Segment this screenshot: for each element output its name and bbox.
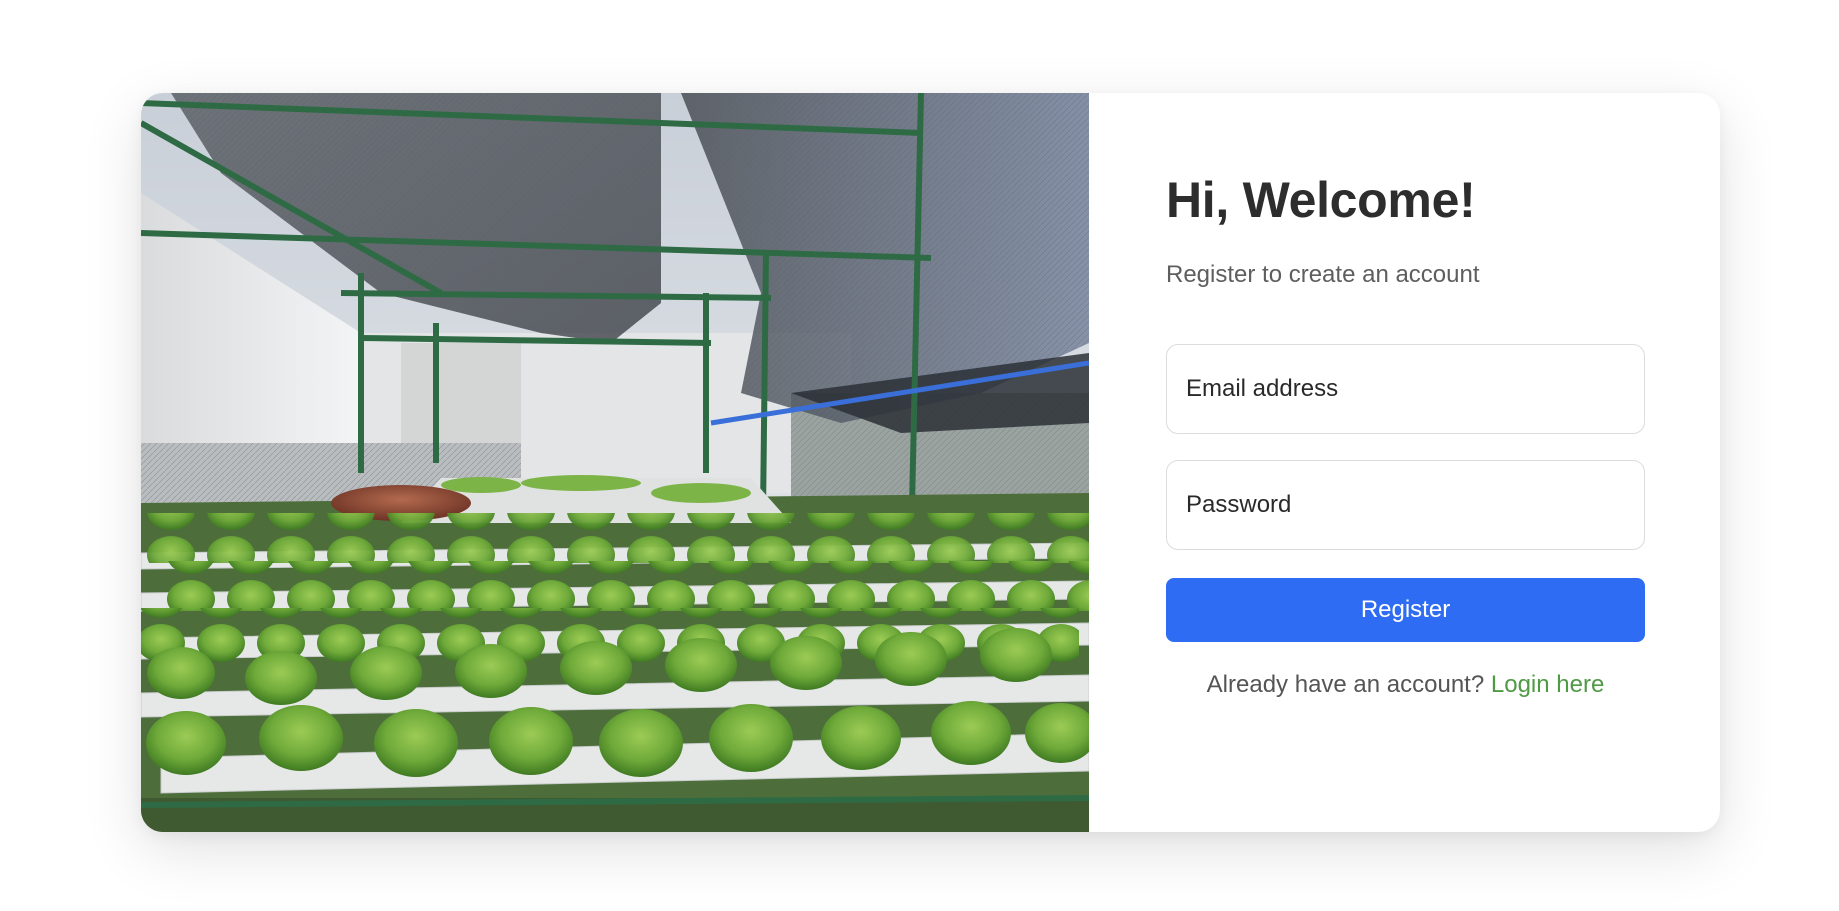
password-field[interactable] [1166,460,1645,550]
register-button[interactable]: Register [1166,578,1645,642]
page-subtitle: Register to create an account [1166,261,1480,288]
email-field[interactable] [1166,344,1645,434]
login-link[interactable]: Login here [1491,671,1604,698]
register-card: Hi, Welcome! Register to create an accou… [141,93,1720,832]
greenhouse-lettuce-photo [141,93,1089,832]
login-prompt-text: Already have an account? [1206,671,1491,698]
login-prompt-row: Already have an account? Login here [1166,671,1645,699]
page-title: Hi, Welcome! [1166,172,1476,228]
register-form-panel: Hi, Welcome! Register to create an accou… [1089,93,1720,832]
